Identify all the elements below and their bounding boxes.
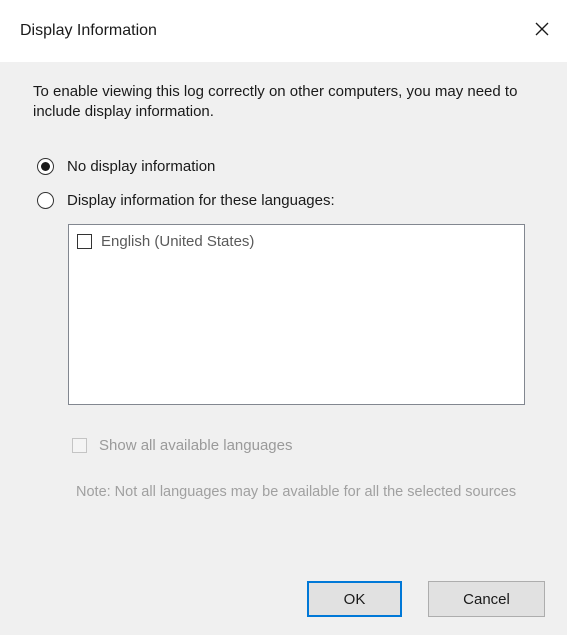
intro-text: To enable viewing this log correctly on … xyxy=(33,83,518,120)
show-all-label: Show all available languages xyxy=(99,437,293,454)
radio-languages-label: Display information for these languages: xyxy=(67,192,335,209)
close-icon xyxy=(535,22,549,36)
display-information-dialog: Display Information To enable viewing th… xyxy=(0,0,567,635)
radio-button-selected[interactable] xyxy=(37,158,54,175)
radio-button-unselected[interactable] xyxy=(37,192,54,209)
note-text: Note: Not all languages may be available… xyxy=(76,484,517,500)
show-all-checkbox xyxy=(72,438,87,453)
english-label: English (United States) xyxy=(101,233,255,250)
ok-button[interactable]: OK xyxy=(307,581,402,617)
radio-no-display-label: No display information xyxy=(67,158,216,175)
english-checkbox[interactable] xyxy=(77,234,92,249)
dialog-title: Display Information xyxy=(20,22,157,39)
radio-display-languages[interactable]: Display information for these languages: xyxy=(37,192,335,209)
language-list[interactable]: English (United States) xyxy=(68,224,525,405)
close-button[interactable] xyxy=(527,14,557,44)
title-bar: Display Information xyxy=(0,0,567,62)
show-all-languages-option: Show all available languages xyxy=(72,437,292,454)
list-item-english[interactable]: English (United States) xyxy=(77,233,254,250)
radio-selected-dot xyxy=(41,162,50,171)
radio-no-display-information[interactable]: No display information xyxy=(37,158,215,175)
cancel-button[interactable]: Cancel xyxy=(428,581,545,617)
